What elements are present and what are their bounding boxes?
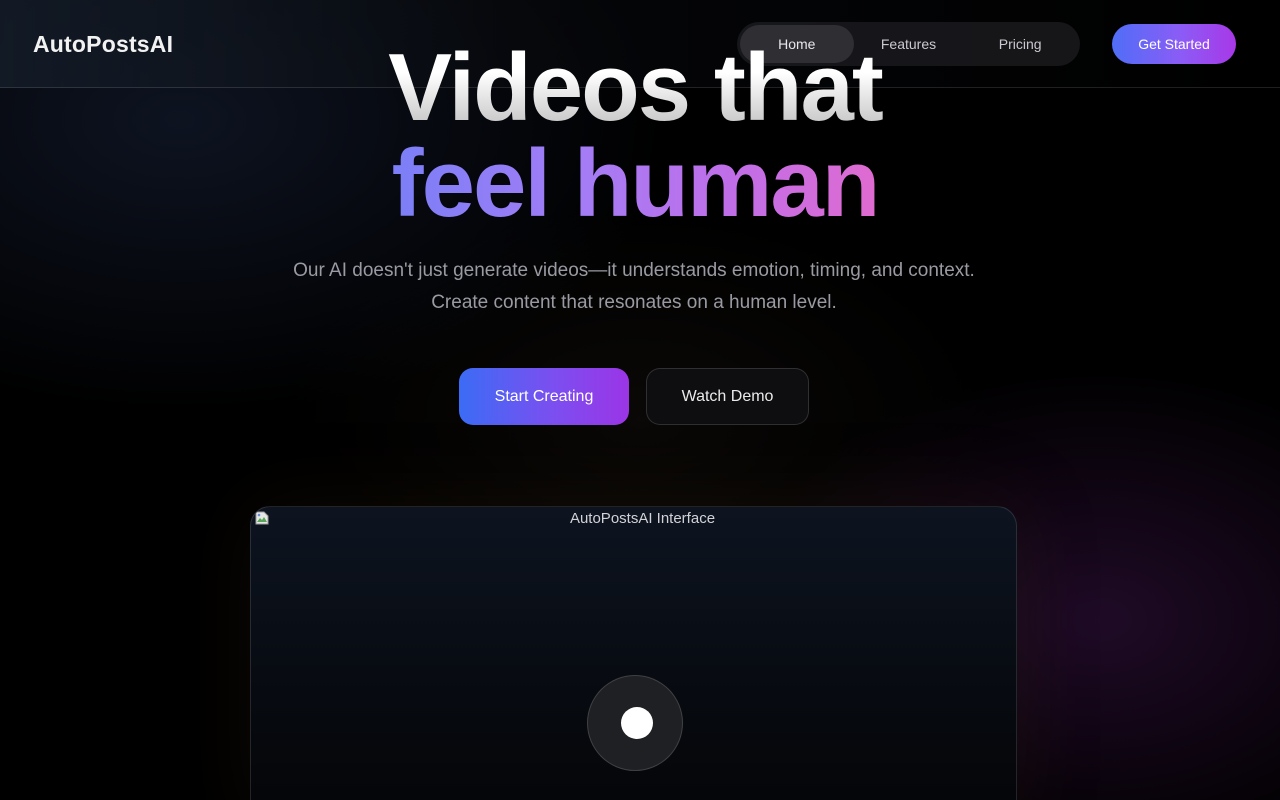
interface-preview: AutoPostsAI Interface <box>250 506 1017 800</box>
image-alt-text: AutoPostsAI Interface <box>569 510 716 527</box>
hero-title-line2: feel human <box>0 134 1270 234</box>
hero-subtitle: Our AI doesn't just generate videos—it u… <box>293 260 975 313</box>
hero-title-gradient-text: feel human <box>391 130 881 237</box>
play-icon <box>621 707 653 739</box>
watch-demo-button[interactable]: Watch Demo <box>646 368 809 425</box>
start-creating-button[interactable]: Start Creating <box>459 368 629 425</box>
page: AutoPostsAI Home Features Pricing Get St… <box>0 0 1280 800</box>
play-button[interactable] <box>587 675 683 771</box>
hero-title-line1: Videos that <box>0 38 1270 138</box>
